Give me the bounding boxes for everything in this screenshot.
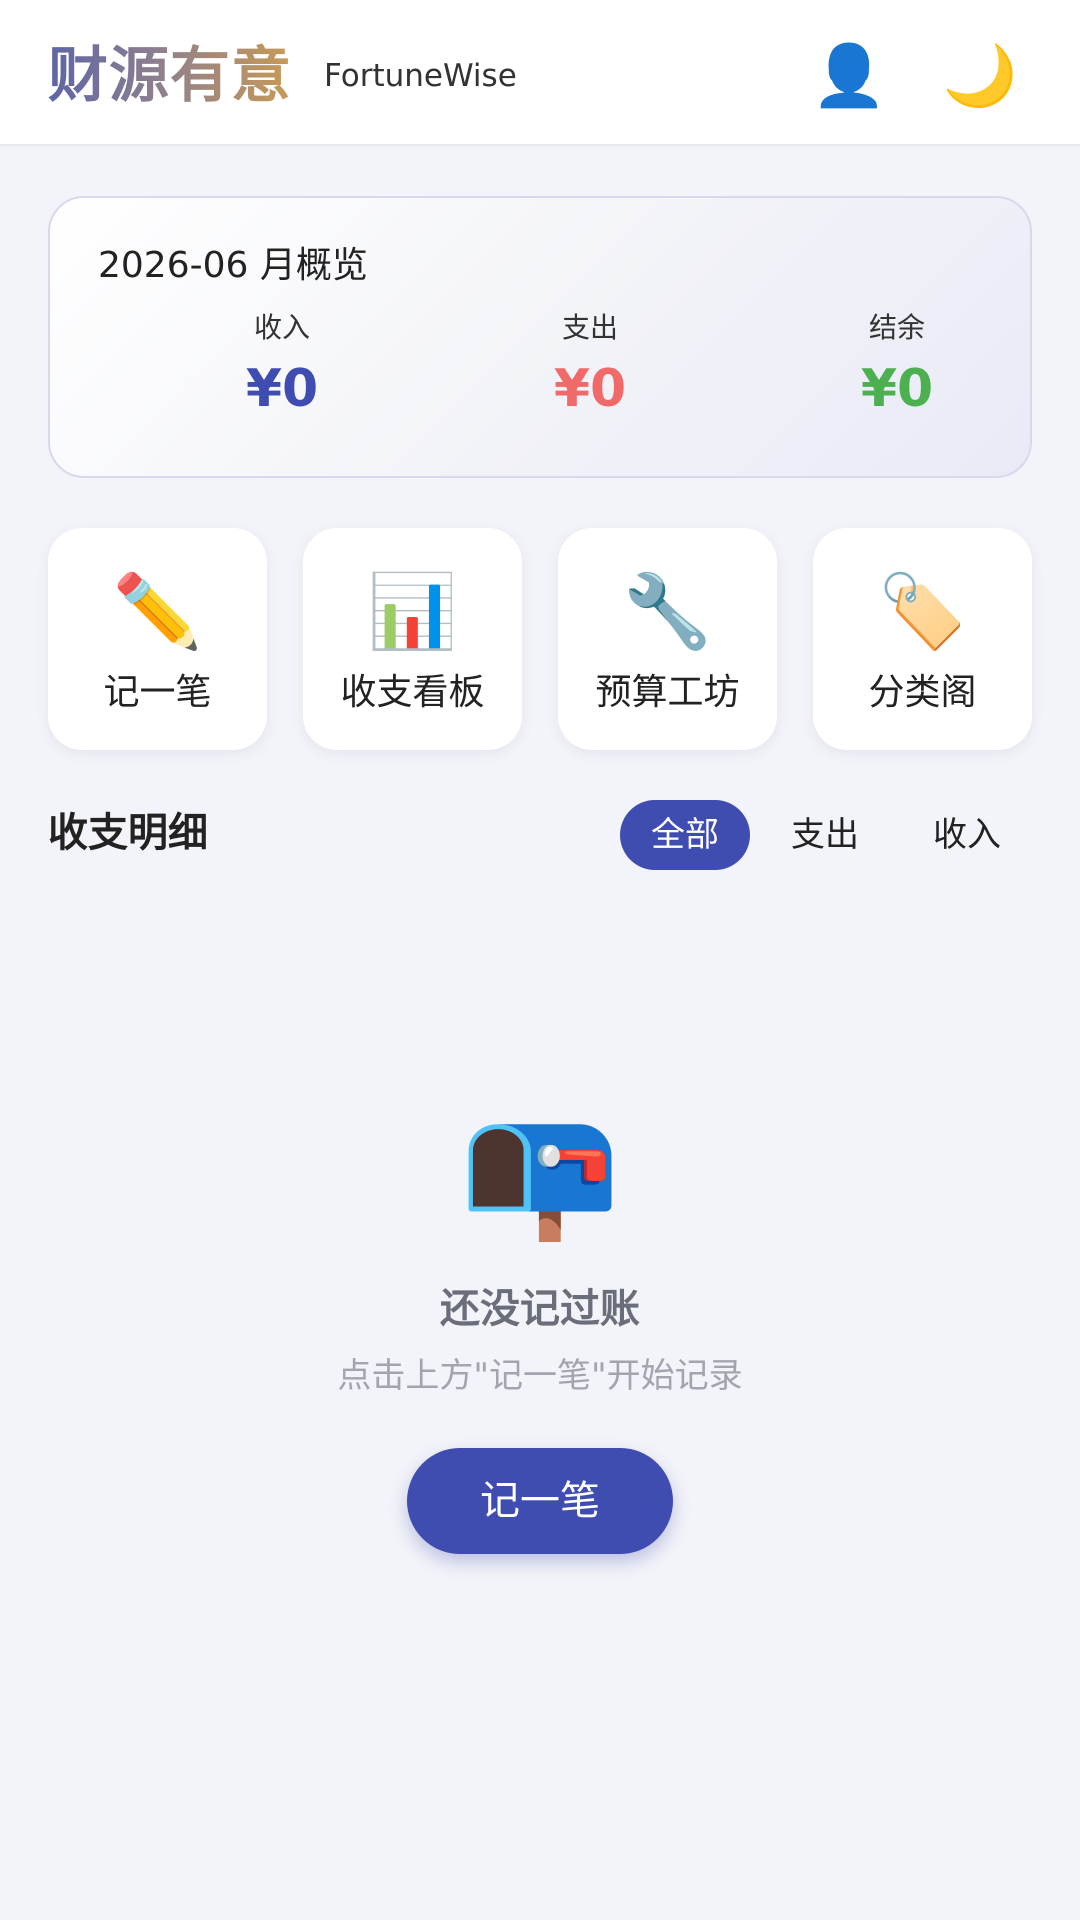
empty-state-subtitle: 点击上方"记一笔"开始记录 xyxy=(337,1356,743,1396)
empty-state-title: 还没记过账 xyxy=(440,1286,640,1332)
action-dashboard[interactable]: 📊 收支看板 xyxy=(303,528,522,750)
summary-title: 2026-06 月概览 xyxy=(98,245,368,286)
income-stat: 收入 ¥0 xyxy=(132,310,432,422)
filter-income-tab[interactable]: 收入 xyxy=(907,800,1027,870)
balance-stat: 结余 ¥0 xyxy=(747,310,1047,422)
pencil-icon: ✏️ xyxy=(112,569,203,653)
wrench-icon: 🔧 xyxy=(622,569,713,653)
bar-chart-icon: 📊 xyxy=(367,569,458,653)
add-record-button[interactable]: 记一笔 xyxy=(407,1448,673,1554)
expense-label: 支出 xyxy=(561,311,618,344)
monthly-summary-card: 2026-06 月概览 收入 ¥0 支出 ¥0 结余 ¥0 xyxy=(48,196,1032,478)
action-categories[interactable]: 🏷️ 分类阁 xyxy=(813,528,1032,750)
brand-logo: 财源有意 xyxy=(48,36,292,116)
action-budget[interactable]: 🔧 预算工坊 xyxy=(558,528,777,750)
action-dashboard-label: 收支看板 xyxy=(340,672,485,713)
action-budget-label: 预算工坊 xyxy=(595,672,740,713)
income-value: ¥0 xyxy=(245,359,319,419)
moon-icon[interactable]: 🌙 xyxy=(943,40,1018,112)
tag-icon: 🏷️ xyxy=(877,569,968,653)
action-add-record-label: 记一笔 xyxy=(103,672,212,713)
income-label: 收入 xyxy=(253,311,310,344)
mailbox-icon: 📭 xyxy=(459,1094,621,1246)
filter-all-tab[interactable]: 全部 xyxy=(620,800,750,870)
details-section-title: 收支明细 xyxy=(48,810,208,856)
action-add-record[interactable]: ✏️ 记一笔 xyxy=(48,528,267,750)
filter-expense-tab[interactable]: 支出 xyxy=(765,800,885,870)
expense-stat: 支出 ¥0 xyxy=(440,310,740,422)
app-header: 财源有意 FortuneWise 👤 🌙 xyxy=(0,0,1080,146)
balance-value: ¥0 xyxy=(860,359,934,419)
expense-value: ¥0 xyxy=(553,359,627,419)
action-categories-label: 分类阁 xyxy=(868,672,977,713)
balance-label: 结余 xyxy=(868,311,925,344)
brand-english-name: FortuneWise xyxy=(324,58,517,94)
user-icon[interactable]: 👤 xyxy=(812,40,887,112)
